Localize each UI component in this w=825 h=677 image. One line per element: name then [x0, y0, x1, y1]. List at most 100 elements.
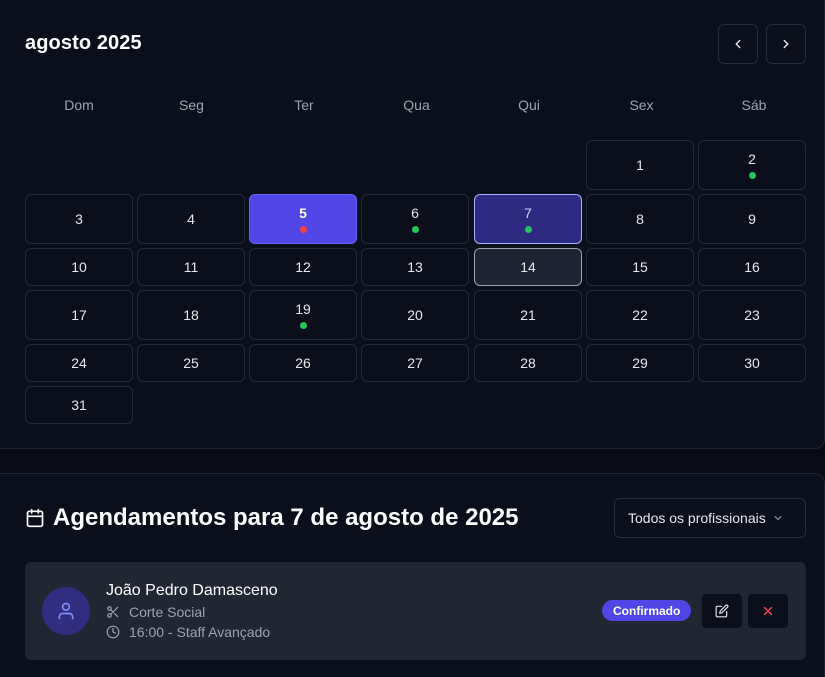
calendar-day[interactable]: 6 [361, 194, 469, 244]
day-number: 21 [520, 307, 536, 323]
next-month-button[interactable] [766, 24, 806, 64]
calendar-day[interactable]: 28 [474, 344, 582, 382]
day-number: 18 [183, 307, 199, 323]
weekday-header: Dom Seg Ter Qua Qui Sex Sáb [25, 97, 806, 113]
time-line: 16:00 - Staff Avançado [106, 624, 270, 640]
day-number: 29 [632, 355, 648, 371]
day-number: 11 [183, 259, 199, 275]
weekday-label: Dom [64, 97, 94, 113]
calendar-day[interactable]: 23 [698, 290, 806, 340]
calendar-day[interactable]: 31 [25, 386, 133, 424]
delete-button[interactable] [748, 594, 788, 628]
day-number: 24 [71, 355, 87, 371]
prev-month-button[interactable] [718, 24, 758, 64]
day-number: 27 [407, 355, 423, 371]
service-name: Corte Social [129, 604, 206, 620]
calendar-day[interactable]: 30 [698, 344, 806, 382]
day-number: 15 [632, 259, 648, 275]
calendar-day[interactable]: 24 [25, 344, 133, 382]
day-number: 10 [71, 259, 87, 275]
day-number: 12 [295, 259, 311, 275]
day-number: 25 [183, 355, 199, 371]
calendar-day[interactable]: 12 [249, 248, 357, 286]
status-badge: Confirmado [602, 600, 692, 621]
day-number: 3 [75, 211, 83, 227]
day-number: 1 [636, 157, 644, 173]
calendar-day[interactable]: 5 [249, 194, 357, 244]
weekday-label: Sáb [741, 97, 767, 113]
appointment-item: João Pedro Damasceno Corte Social 16:00 … [25, 562, 806, 660]
calendar-day[interactable]: 4 [137, 194, 245, 244]
day-number: 14 [520, 259, 536, 275]
weekday-label: Sex [629, 97, 654, 113]
filter-label: Todos os profissionais [628, 510, 766, 526]
month-title: agosto 2025 [25, 32, 142, 54]
calendar-day[interactable]: 1 [586, 140, 694, 190]
weekday-label: Ter [294, 97, 314, 113]
weekday-label: Seg [179, 97, 204, 113]
day-number: 31 [71, 397, 87, 413]
calendar-day[interactable]: 15 [586, 248, 694, 286]
professional-filter-select[interactable]: Todos os profissionais [614, 498, 806, 538]
appointments-header: Agendamentos para 7 de agosto de 2025 [25, 504, 518, 532]
avatar [42, 587, 90, 635]
calendar-day[interactable]: 7 [474, 194, 582, 244]
day-number: 28 [520, 355, 536, 371]
calendar-day[interactable]: 9 [698, 194, 806, 244]
appointment-dot [411, 226, 419, 233]
day-number: 30 [744, 355, 760, 371]
calendar-day[interactable]: 26 [249, 344, 357, 382]
appointment-time: 16:00 - Staff Avançado [129, 624, 271, 640]
appointments-title: Agendamentos para 7 de agosto de 2025 [53, 504, 519, 531]
user-icon [58, 602, 74, 620]
appointment-dot [748, 172, 756, 179]
day-number: 17 [71, 307, 87, 323]
calendar-day[interactable]: 18 [137, 290, 245, 340]
calendar-day[interactable]: 14 [474, 248, 582, 286]
calendar-day[interactable]: 22 [586, 290, 694, 340]
calendar-day[interactable]: 16 [698, 248, 806, 286]
day-number: 5 [299, 205, 307, 221]
chevron-right-icon [783, 39, 789, 49]
calendar-day[interactable]: 10 [25, 248, 133, 286]
day-number: 20 [407, 307, 423, 323]
day-number: 7 [524, 205, 532, 221]
edit-icon [715, 604, 729, 618]
calendar-day[interactable]: 19 [249, 290, 357, 340]
day-number: 26 [295, 355, 311, 371]
calendar-day[interactable]: 21 [474, 290, 582, 340]
calendar-day[interactable]: 29 [586, 344, 694, 382]
calendar-day[interactable]: 27 [361, 344, 469, 382]
calendar-day[interactable]: 20 [361, 290, 469, 340]
appointment-dot [524, 226, 532, 233]
calendar-day[interactable]: 8 [586, 194, 694, 244]
day-number: 6 [411, 205, 419, 221]
appointment-dot [299, 226, 307, 233]
calendar-icon [26, 508, 44, 528]
scissors-icon [107, 606, 119, 618]
calendar-day[interactable]: 2 [698, 140, 806, 190]
calendar-day[interactable]: 13 [361, 248, 469, 286]
day-number: 8 [636, 211, 644, 227]
calendar-day[interactable]: 25 [137, 344, 245, 382]
calendar-day[interactable]: 11 [137, 248, 245, 286]
client-name: João Pedro Damasceno [106, 582, 278, 599]
weekday-label: Qua [403, 97, 430, 113]
day-number: 9 [748, 211, 756, 227]
clock-icon [106, 625, 120, 639]
chevron-down-icon [774, 516, 782, 520]
appointment-dot [299, 322, 307, 329]
edit-button[interactable] [702, 594, 742, 628]
day-number: 19 [295, 301, 311, 317]
day-number: 13 [407, 259, 423, 275]
calendar-day[interactable]: 3 [25, 194, 133, 244]
calendar-day[interactable]: 17 [25, 290, 133, 340]
day-number: 16 [744, 259, 760, 275]
close-icon [763, 606, 773, 616]
weekday-label: Qui [518, 97, 540, 113]
service-line: Corte Social [106, 604, 205, 620]
day-number: 4 [187, 211, 195, 227]
chevron-left-icon [735, 39, 741, 49]
calendar-card: agosto 2025 Dom Seg Ter Qua Qui Sex Sáb … [0, 0, 825, 449]
day-number: 22 [632, 307, 648, 323]
